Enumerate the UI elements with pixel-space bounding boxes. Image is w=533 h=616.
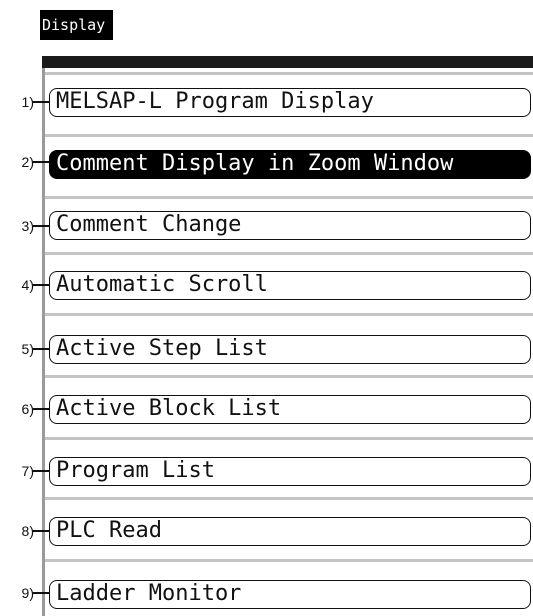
row-separator [45,437,533,440]
callout-number: 5) [21,341,34,357]
menu-item-label: Comment Display in Zoom Window [56,151,454,176]
callout-number: 7) [21,463,34,479]
leader-line [33,470,49,472]
leader-line [33,284,49,286]
callout-number: 3) [21,218,34,234]
menu-item-plc-read[interactable]: PLC Read [49,517,531,546]
row-separator [45,559,533,562]
callout-1: 1) [0,92,49,112]
menu-item-label: Active Step List [56,336,268,361]
window-title: Display [42,16,106,34]
menu-header-bar [42,56,533,68]
menu-item-ladder-monitor[interactable]: Ladder Monitor [49,580,531,609]
callout-9: 9) [0,583,49,603]
menu-item-label: MELSAP-L Program Display [56,89,374,114]
row-separator [45,375,533,378]
menu-item-label: Program List [56,458,215,483]
callout-5: 5) [0,339,49,359]
callout-number: 6) [21,401,34,417]
leader-line [33,530,49,532]
row-separator [45,134,533,137]
row-separator [45,196,533,199]
leader-line [33,348,49,350]
row-separator [45,252,533,255]
menu-item-label: PLC Read [56,518,162,543]
menu-item-label: Active Block List [56,396,282,421]
leader-line [33,161,49,163]
menu-item-melsap-l-program-display[interactable]: MELSAP-L Program Display [49,88,531,117]
menu-item-active-block-list[interactable]: Active Block List [49,395,531,424]
callout-number: 9) [21,585,34,601]
row-separator [45,497,533,500]
callout-number: 4) [21,277,34,293]
leader-line [33,408,49,410]
callout-3: 3) [0,216,49,236]
leader-line [33,225,49,227]
menu-item-label: Ladder Monitor [56,581,242,606]
menu-item-label: Comment Change [56,212,242,237]
menu-item-automatic-scroll[interactable]: Automatic Scroll [49,271,531,300]
menu-item-label: Automatic Scroll [56,272,268,297]
row-separator [45,72,533,75]
menu-item-program-list[interactable]: Program List [49,457,531,486]
callout-7: 7) [0,461,49,481]
leader-line [33,592,49,594]
leader-line [33,101,49,103]
callout-6: 6) [0,399,49,419]
menu-item-comment-display-in-zoom-window[interactable]: Comment Display in Zoom Window [49,150,531,179]
callout-number: 8) [21,523,34,539]
menu-item-active-step-list[interactable]: Active Step List [49,335,531,364]
window-title-tab: Display [40,10,114,40]
callout-2: 2) [0,152,49,172]
menu-item-comment-change[interactable]: Comment Change [49,211,531,240]
callout-4: 4) [0,275,49,295]
callout-number: 2) [21,154,34,170]
callout-8: 8) [0,521,49,541]
row-separator [45,313,533,316]
callout-number: 1) [21,94,34,110]
